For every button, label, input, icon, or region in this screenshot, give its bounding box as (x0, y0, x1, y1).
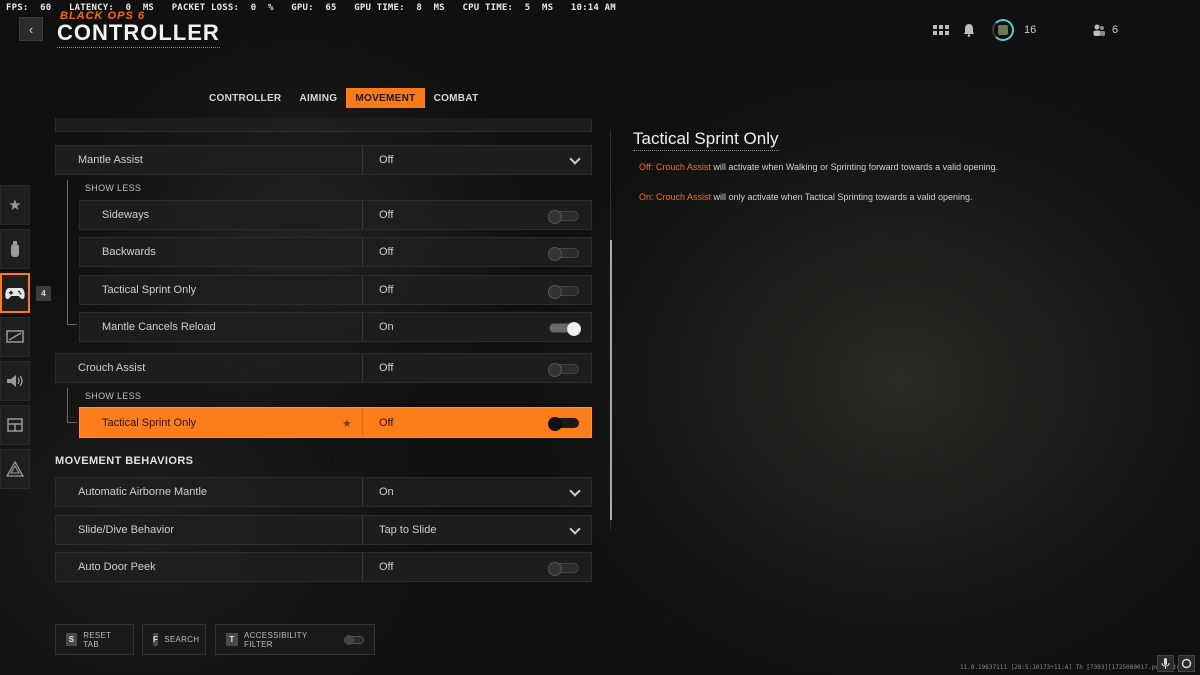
section-header: MOVEMENT BEHAVIORS (55, 455, 194, 467)
gpu-readout: GPU: 65 (291, 3, 337, 13)
description-title: Tactical Sprint Only (633, 129, 779, 151)
display-icon (6, 330, 24, 343)
show-less-toggle[interactable]: SHOW LESS (85, 183, 141, 193)
group-bracket (67, 180, 77, 325)
setting-label: Mantle Cancels Reload (102, 321, 216, 333)
rail-favorites[interactable]: ★ (0, 185, 30, 225)
chevron-left-icon: ‹ (28, 21, 34, 37)
scrollbar-thumb[interactable] (610, 240, 612, 520)
settings-row-auto-door-peek[interactable]: Auto Door Peek Off (55, 552, 592, 582)
rail-controller[interactable] (0, 273, 30, 313)
description-line-on: On: Crouch Assist will only activate whe… (639, 192, 973, 202)
tab-movement[interactable]: MOVEMENT (346, 88, 425, 108)
grenade-icon (11, 241, 19, 257)
settings-row-tactical-sprint-only-mantle[interactable]: Tactical Sprint Only Off (79, 275, 592, 305)
rank-level: 16 (1024, 24, 1037, 36)
settings-row-mantle-assist[interactable]: Mantle Assist Off (55, 145, 592, 175)
setting-label: Backwards (102, 246, 156, 258)
button-label: ACCESSIBILITY FILTER (244, 630, 308, 649)
key-hint: T (226, 633, 239, 646)
toggle-switch[interactable] (548, 285, 579, 299)
party-count: 6 (1112, 24, 1119, 36)
setting-label: Sideways (102, 209, 150, 221)
toggle-switch[interactable] (548, 417, 579, 431)
setting-label: Tactical Sprint Only (102, 284, 197, 296)
setting-label: Crouch Assist (78, 362, 146, 374)
setting-label: Mantle Assist (78, 154, 143, 166)
settings-row-slide-dive-behavior[interactable]: Slide/Dive Behavior Tap to Slide (55, 515, 592, 545)
party-icon (1093, 24, 1105, 36)
setting-label: Automatic Airborne Mantle (78, 486, 208, 498)
show-less-toggle[interactable]: SHOW LESS (85, 391, 141, 401)
speaker-icon (7, 375, 23, 387)
settings-tabs: CONTROLLER AIMING MOVEMENT COMBAT (200, 88, 488, 108)
back-button[interactable]: ‹ (19, 17, 43, 41)
ring-icon (1181, 658, 1192, 669)
group-bracket (67, 388, 77, 423)
favorite-star-icon[interactable]: ★ (342, 417, 352, 430)
button-label: SEARCH (164, 635, 200, 644)
settings-row-mantle-cancels-reload[interactable]: Mantle Cancels Reload On (79, 312, 592, 342)
clock: 10:14 AM (570, 3, 616, 13)
tab-combat[interactable]: COMBAT (425, 88, 488, 108)
settings-row-partial (55, 118, 592, 132)
rail-weapons[interactable] (0, 229, 30, 269)
settings-row-backwards[interactable]: Backwards Off (79, 237, 592, 267)
setting-value: Off (362, 146, 592, 174)
party-button[interactable]: 6 (1092, 18, 1118, 42)
toggle-switch[interactable] (548, 210, 579, 224)
star-icon: ★ (8, 197, 22, 214)
button-label: RESET TAB (83, 630, 112, 649)
rail-audio[interactable] (0, 361, 30, 401)
key-hint: F (153, 633, 159, 646)
toggle-switch[interactable] (549, 322, 581, 336)
setting-label: Tactical Sprint Only (102, 416, 197, 429)
settings-row-tactical-sprint-only-crouch[interactable]: Tactical Sprint Only ★ Off (79, 407, 592, 438)
rail-interface[interactable] (0, 405, 30, 445)
toggle-switch[interactable] (343, 634, 364, 645)
microphone-icon (1161, 658, 1170, 669)
rail-network[interactable] (0, 449, 30, 489)
search-button[interactable]: F SEARCH (142, 624, 206, 655)
controller-badge: 4 (36, 286, 51, 301)
mic-button[interactable] (1157, 655, 1174, 672)
page-title: CONTROLLER (57, 20, 220, 48)
description-line-off: Off: Crouch Assist will activate when Wa… (639, 162, 999, 172)
grid-icon (933, 25, 949, 35)
key-hint: S (66, 633, 78, 646)
tab-controller[interactable]: CONTROLLER (200, 88, 290, 108)
toggle-switch[interactable] (548, 247, 579, 261)
settings-row-automatic-airborne-mantle[interactable]: Automatic Airborne Mantle On (55, 477, 592, 507)
settings-row-sideways[interactable]: Sideways Off (79, 200, 592, 230)
reset-tab-button[interactable]: S RESET TAB (55, 624, 134, 655)
cpu-time-readout: CPU TIME: 5 MS (462, 3, 554, 13)
setting-value: On (362, 478, 592, 506)
setting-label: Slide/Dive Behavior (78, 524, 174, 536)
settings-row-crouch-assist[interactable]: Crouch Assist Off (55, 353, 592, 383)
apps-button[interactable] (933, 18, 949, 42)
controller-icon (5, 288, 25, 299)
rail-graphics[interactable] (0, 317, 30, 357)
notifications-button[interactable] (962, 18, 976, 42)
gpu-time-readout: GPU TIME: 8 MS (354, 3, 445, 13)
category-rail: ★ (0, 185, 30, 493)
rank-display[interactable]: 16 (992, 18, 1036, 42)
setting-value: Tap to Slide (362, 516, 592, 544)
toggle-switch[interactable] (548, 363, 579, 377)
rank-icon (992, 19, 1014, 41)
fps-readout: FPS: 60 (6, 3, 52, 13)
tab-aiming[interactable]: AIMING (290, 88, 346, 108)
toggle-switch[interactable] (548, 562, 579, 576)
status-button[interactable] (1178, 655, 1195, 672)
bell-icon (964, 24, 974, 37)
interface-icon (7, 418, 23, 432)
packet-loss-readout: PACKET LOSS: 0 % (171, 3, 274, 13)
setting-label: Auto Door Peek (78, 561, 156, 573)
network-icon (6, 461, 24, 477)
accessibility-filter-button[interactable]: T ACCESSIBILITY FILTER (215, 624, 375, 655)
